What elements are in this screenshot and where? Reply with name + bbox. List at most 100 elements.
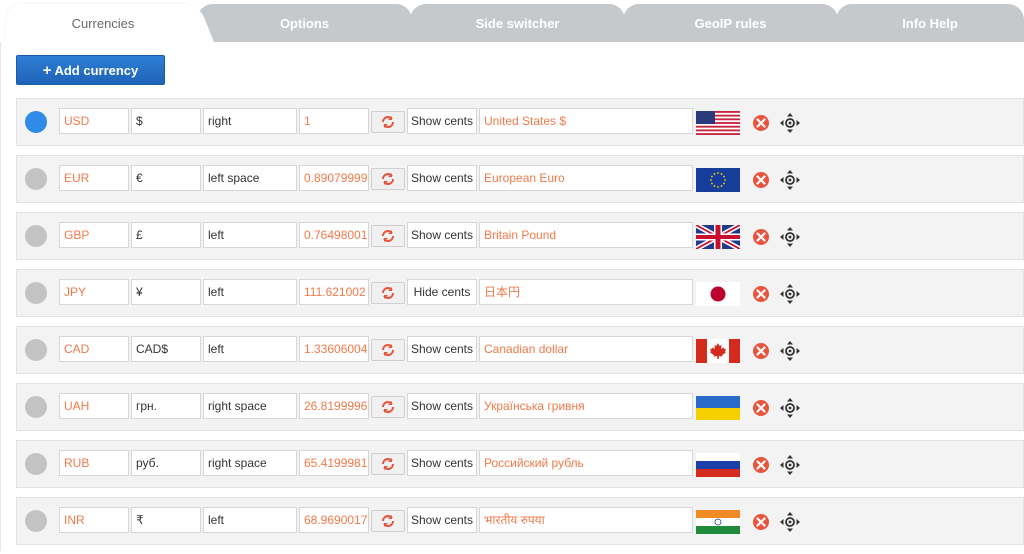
symbol-position-select[interactable]: left [203, 336, 297, 362]
currency-symbol-input[interactable]: ¥ [131, 279, 201, 305]
delete-icon[interactable] [752, 513, 770, 531]
refresh-rate-button[interactable] [371, 168, 405, 190]
delete-icon[interactable] [752, 171, 770, 189]
currency-description-input[interactable]: भारतीय रुपया [479, 507, 693, 533]
move-handle-icon[interactable] [779, 397, 801, 419]
symbol-position-select[interactable]: left [203, 279, 297, 305]
in-flag[interactable] [696, 510, 740, 534]
move-handle-icon[interactable] [779, 112, 801, 134]
us-flag[interactable] [696, 111, 740, 135]
move-handle-icon[interactable] [779, 511, 801, 533]
symbol-position-select[interactable]: left space [203, 165, 297, 191]
exchange-rate-input[interactable]: 1 [299, 108, 369, 134]
move-handle-icon[interactable] [779, 169, 801, 191]
refresh-rate-button[interactable] [371, 510, 405, 532]
cents-toggle-button[interactable]: Show cents [407, 450, 477, 476]
currency-symbol-input[interactable]: CAD$ [131, 336, 201, 362]
currency-code-input[interactable]: CAD [59, 336, 129, 362]
refresh-rate-button[interactable] [371, 453, 405, 475]
cents-toggle-button[interactable]: Show cents [407, 507, 477, 533]
symbol-position-select[interactable]: right space [203, 393, 297, 419]
exchange-rate-input[interactable]: 0.89079999 [299, 165, 369, 191]
currency-symbol-input[interactable]: руб. [131, 450, 201, 476]
refresh-icon [382, 230, 394, 242]
currency-description-input[interactable]: United States $ [479, 108, 693, 134]
currency-symbol-input[interactable]: € [131, 165, 201, 191]
default-currency-radio[interactable] [25, 453, 47, 475]
tab-info-help[interactable]: Info Help [836, 4, 1024, 42]
currency-code-input[interactable]: JPY [59, 279, 129, 305]
eu-flag[interactable] [696, 168, 740, 192]
currency-symbol-input[interactable]: $ [131, 108, 201, 134]
tab-side-switcher[interactable]: Side switcher [410, 4, 625, 42]
symbol-position-select[interactable]: right [203, 108, 297, 134]
jp-flag[interactable] [696, 282, 740, 306]
delete-icon[interactable] [752, 456, 770, 474]
move-handle-icon[interactable] [779, 226, 801, 248]
exchange-rate-input[interactable]: 0.76498001 [299, 222, 369, 248]
refresh-icon [382, 344, 394, 356]
cents-toggle-button[interactable]: Show cents [407, 336, 477, 362]
refresh-rate-button[interactable] [371, 282, 405, 304]
refresh-rate-button[interactable] [371, 225, 405, 247]
cents-toggle-button[interactable]: Hide cents [407, 279, 477, 305]
symbol-position-select[interactable]: left [203, 507, 297, 533]
ru-flag[interactable] [696, 453, 740, 477]
refresh-rate-button[interactable] [371, 339, 405, 361]
exchange-rate-input[interactable]: 68.9690017 [299, 507, 369, 533]
cents-toggle-button[interactable]: Show cents [407, 222, 477, 248]
refresh-icon [382, 173, 394, 185]
currency-description-input[interactable]: Українська гривня [479, 393, 693, 419]
default-currency-radio[interactable] [25, 339, 47, 361]
plus-icon: + [42, 61, 52, 79]
default-currency-radio[interactable] [25, 282, 47, 304]
currency-code-input[interactable]: UAH [59, 393, 129, 419]
currency-code-input[interactable]: RUB [59, 450, 129, 476]
cents-toggle-button[interactable]: Show cents [407, 108, 477, 134]
cents-toggle-button[interactable]: Show cents [407, 393, 477, 419]
default-currency-radio[interactable] [25, 168, 47, 190]
currency-description-input[interactable]: European Euro [479, 165, 693, 191]
delete-icon[interactable] [752, 399, 770, 417]
move-handle-icon[interactable] [779, 340, 801, 362]
delete-icon[interactable] [752, 228, 770, 246]
delete-icon[interactable] [752, 342, 770, 360]
currency-code-input[interactable]: GBP [59, 222, 129, 248]
default-currency-radio[interactable] [25, 111, 47, 133]
currency-description-input[interactable]: Britain Pound [479, 222, 693, 248]
default-currency-radio[interactable] [25, 396, 47, 418]
gb-flag[interactable] [696, 225, 740, 249]
tab-currencies[interactable]: Currencies [6, 4, 200, 42]
delete-icon[interactable] [752, 285, 770, 303]
currency-row: UAH грн. right space 26.8199996 Show cen… [16, 383, 1024, 431]
default-currency-radio[interactable] [25, 225, 47, 247]
exchange-rate-input[interactable]: 1.33606004 [299, 336, 369, 362]
currency-code-input[interactable]: EUR [59, 165, 129, 191]
refresh-rate-button[interactable] [371, 396, 405, 418]
ca-flag[interactable] [696, 339, 740, 363]
add-currency-button[interactable]: + Add currency [16, 55, 165, 85]
currency-code-input[interactable]: USD [59, 108, 129, 134]
exchange-rate-input[interactable]: 65.4199981 [299, 450, 369, 476]
tab-geoip-rules[interactable]: GeoIP rules [623, 4, 838, 42]
tab-options[interactable]: Options [197, 4, 412, 42]
move-handle-icon[interactable] [779, 454, 801, 476]
exchange-rate-input[interactable]: 26.8199996 [299, 393, 369, 419]
currency-description-input[interactable]: Canadian dollar [479, 336, 693, 362]
ua-flag[interactable] [696, 396, 740, 420]
cents-toggle-button[interactable]: Show cents [407, 165, 477, 191]
currency-symbol-input[interactable]: грн. [131, 393, 201, 419]
currency-description-input[interactable]: Российский рубль [479, 450, 693, 476]
currency-description-input[interactable]: 日本円 [479, 279, 693, 305]
refresh-rate-button[interactable] [371, 111, 405, 133]
delete-icon[interactable] [752, 114, 770, 132]
exchange-rate-input[interactable]: 111.621002 [299, 279, 369, 305]
currency-symbol-input[interactable]: £ [131, 222, 201, 248]
default-currency-radio[interactable] [25, 510, 47, 532]
move-handle-icon[interactable] [779, 283, 801, 305]
symbol-position-select[interactable]: left [203, 222, 297, 248]
currency-symbol-input[interactable]: ₹ [131, 507, 201, 533]
refresh-icon [382, 287, 394, 299]
currency-code-input[interactable]: INR [59, 507, 129, 533]
symbol-position-select[interactable]: right space [203, 450, 297, 476]
